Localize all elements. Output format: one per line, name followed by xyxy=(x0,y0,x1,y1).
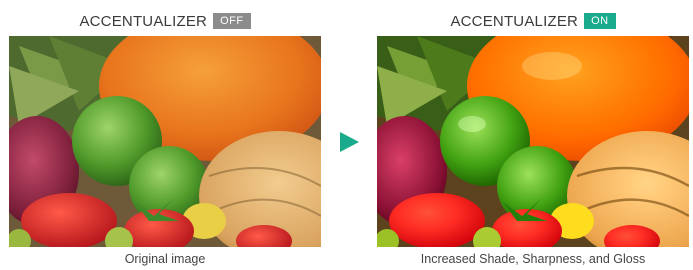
original-fruit-photo xyxy=(9,36,321,247)
before-title: ACCENTUALIZER xyxy=(79,12,208,30)
after-title: ACCENTUALIZER xyxy=(450,12,579,30)
enhanced-fruit-photo xyxy=(377,36,689,247)
after-caption: Increased Shade, Sharpness, and Gloss xyxy=(420,252,646,266)
before-panel: ACCENTUALIZER OFF Original image xyxy=(9,0,321,270)
after-panel: ACCENTUALIZER ON Increased Shade, Sharpn… xyxy=(377,0,689,270)
off-badge: OFF xyxy=(213,13,251,29)
after-header: ACCENTUALIZER ON xyxy=(377,11,689,31)
on-badge: ON xyxy=(584,13,616,29)
play-arrow-icon xyxy=(340,132,359,152)
before-caption: Original image xyxy=(124,252,206,266)
before-header: ACCENTUALIZER OFF xyxy=(9,11,321,31)
